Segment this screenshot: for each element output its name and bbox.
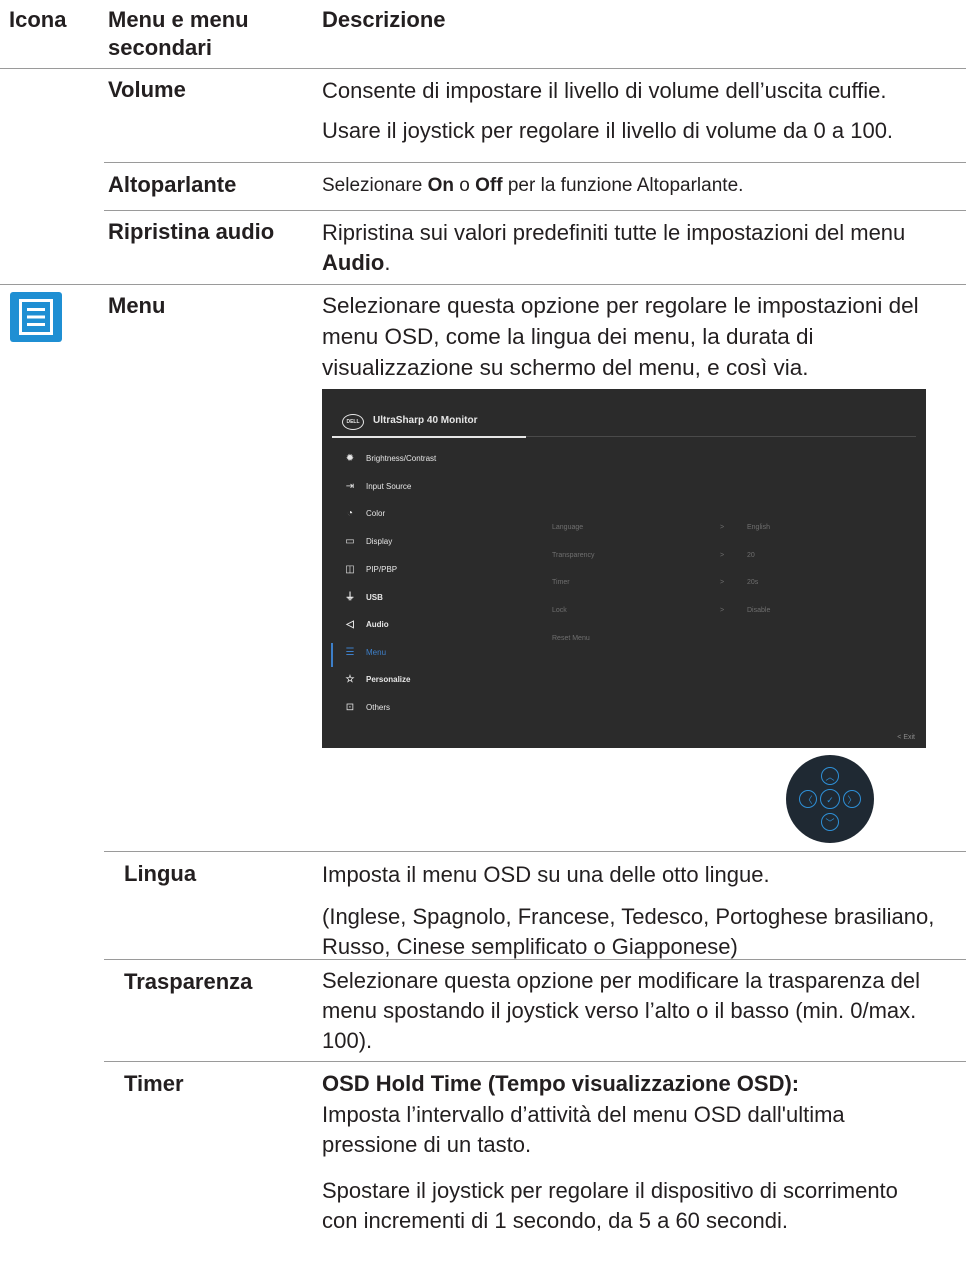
osd-sub-reset-menu[interactable]: Reset Menu (552, 633, 590, 645)
osd-sub-timer[interactable]: Timer >20s (552, 577, 758, 589)
osd-item-others[interactable]: ⊡ Others (344, 700, 390, 716)
joystick-left-icon: 〈 (799, 790, 817, 808)
osd-tab-underline (332, 436, 526, 438)
ripristina-audio-desc: Ripristina sui valori predefiniti tutte … (322, 220, 906, 275)
header-menu-col: Menu e menu secondari (108, 7, 249, 60)
trasparenza-label: Trasparenza (124, 969, 253, 994)
menu-desc: Selezionare questa opzione per regolare … (322, 293, 919, 380)
menu-label: Menu (108, 293, 166, 318)
osd-sub-lock[interactable]: Lock > Disable (552, 605, 770, 617)
osd-item-audio[interactable]: ◁ Audio (344, 617, 389, 633)
dell-logo: DELL (342, 414, 364, 430)
volume-desc-1: Consente di impostare il livello di volu… (322, 78, 887, 103)
menu-icon: ☰ (345, 647, 355, 658)
color-icon: ◔ (346, 508, 354, 519)
header-icon-col: Icona (9, 7, 67, 32)
timer-desc-title: OSD Hold Time (Tempo visualizzazione OSD… (322, 1071, 800, 1096)
osd-item-personalize[interactable]: ☆ Personalize (344, 672, 411, 688)
header-desc-col: Descrizione (322, 7, 446, 32)
row-rule (104, 959, 966, 960)
lingua-desc-2: (Inglese, Spagnolo, Francese, Tedesco, P… (322, 904, 935, 959)
altoparlante-label: Altoparlante (108, 172, 237, 197)
others-icon: ⊡ (345, 702, 355, 713)
osd-item-menu[interactable]: ☰ Menu (344, 645, 387, 661)
osd-item-brightness-contrast[interactable]: ✹ Brightness/Contrast (344, 451, 436, 467)
altoparlante-desc: Selezionare On o Off per la funzione Alt… (322, 175, 744, 196)
osd-item-pip-pbp[interactable]: ◫ PIP/PBP (344, 562, 397, 578)
ripristina-audio-label: Ripristina audio (108, 219, 275, 244)
row-rule (104, 210, 966, 211)
menu-icon (10, 292, 62, 342)
osd-item-display[interactable]: ▭ Display (344, 534, 392, 550)
display-icon: ▭ (345, 536, 355, 547)
joystick-down-icon: ﹀ (821, 813, 839, 831)
pip-pbp-icon: ◫ (345, 564, 355, 575)
joystick-up-icon: ︿ (821, 767, 839, 785)
osd-sub-language[interactable]: Language > English (552, 522, 770, 534)
osd-sub-transparency[interactable]: Transparency >20 (552, 550, 755, 562)
osd-exit-button[interactable]: < Exit (897, 734, 915, 741)
joystick-diagram: ︿ 〈 ✓ 〉 ﹀ (786, 755, 874, 843)
joystick-right-icon: 〉 (843, 790, 861, 808)
header-rule (0, 68, 966, 69)
osd-title: UltraSharp 40 Monitor (373, 415, 478, 426)
osd-item-usb[interactable]: ⏚ USB (344, 590, 383, 606)
osd-item-color[interactable]: ◔ Color (344, 506, 385, 522)
usb-icon: ⏚ (345, 592, 355, 603)
timer-label: Timer (124, 1071, 184, 1096)
input-source-icon: ⇥ (345, 481, 355, 492)
star-icon: ☆ (345, 674, 355, 685)
row-rule (104, 851, 966, 852)
osd-selection-bar (331, 643, 333, 667)
osd-item-input-source[interactable]: ⇥ Input Source (344, 479, 412, 495)
audio-icon: ◁ (346, 619, 354, 630)
trasparenza-desc: Selezionare questa opzione per modificar… (322, 968, 921, 1053)
joystick-center-icon: ✓ (820, 789, 840, 809)
osd-divider (526, 436, 916, 437)
row-rule (104, 162, 966, 163)
brightness-icon: ✹ (345, 453, 355, 464)
row-rule (104, 1061, 966, 1062)
volume-desc-2: Usare il joystick per regolare il livell… (322, 118, 894, 143)
row-rule (0, 284, 966, 285)
lingua-label: Lingua (124, 861, 197, 886)
timer-desc-1: Imposta l’intervallo d’attività del menu… (322, 1102, 845, 1157)
timer-desc-2: Spostare il joystick per regolare il dis… (322, 1178, 898, 1233)
volume-label: Volume (108, 77, 186, 102)
osd-screenshot: DELL UltraSharp 40 Monitor ✹ Brightness/C… (322, 389, 926, 748)
lingua-desc-1: Imposta il menu OSD su una delle otto li… (322, 862, 770, 887)
